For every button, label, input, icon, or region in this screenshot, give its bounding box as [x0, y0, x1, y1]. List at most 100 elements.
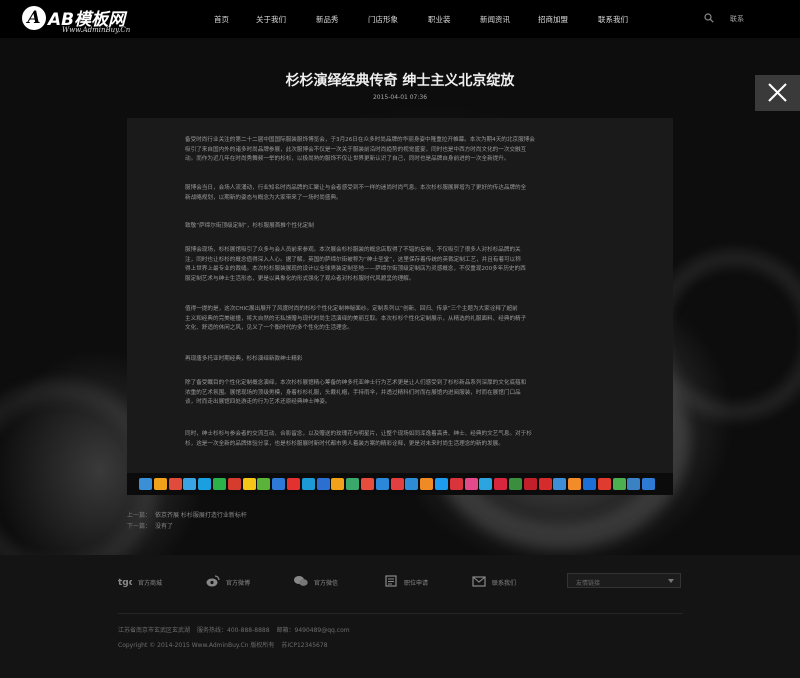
site-footer: tgd 官方商城 官方微博 官方微信 职位申请 联系我们 友情链接 江苏省南京市… [0, 555, 800, 678]
footer-copyright: Copyright © 2014-2015 Www.AdminBuy.Cn 版权… [118, 640, 335, 649]
nav-item-news[interactable]: 新闻资讯 [480, 14, 510, 25]
share-icon-35[interactable] [642, 478, 656, 490]
site-logo[interactable]: A AB模板网 Www.AdminBuy.Cn [22, 5, 162, 35]
share-icon-19[interactable] [405, 478, 419, 490]
share-icon-24[interactable] [479, 478, 493, 490]
share-icon-29[interactable] [553, 478, 567, 490]
share-icon-34[interactable] [627, 478, 641, 490]
share-icon-31[interactable] [583, 478, 596, 490]
nav-item-stores[interactable]: 门店形象 [368, 14, 398, 25]
text-line: 除了备受瞩目的个性化定制概念演绎，本次杉杉展馆精心筹备的绅多托亚绅士行为艺术更是… [185, 380, 527, 386]
share-icon-10[interactable] [272, 478, 286, 490]
article-paragraph: 值得一提的是，这次CHIC展出展开了风度时尚的杉杉个性化定制神秘面纱。定制系列以… [185, 305, 659, 334]
share-icon-9[interactable] [257, 478, 271, 490]
footer-hotline: 服务热线：400-888-8888 [197, 627, 270, 634]
share-icon-2[interactable] [153, 478, 167, 490]
text-line: 谈，时而走出展馆四处游走的行为艺术还原经典绅士神姿。 [185, 399, 331, 405]
nav-item-franchise[interactable]: 招商加盟 [538, 14, 568, 25]
text-line: 新战略规划，以期新的姿态与概念为大家带来了一场时尚盛典。 [185, 194, 342, 201]
article-paragraph: 备受时尚行业关注的第二十二届中国国际服装服饰博览会，于3月26日在众多时尚品牌的… [185, 136, 659, 165]
share-icon-22[interactable] [449, 478, 463, 490]
share-icon-17[interactable] [375, 478, 389, 490]
nav-item-workwear[interactable]: 职业装 [428, 14, 451, 25]
next-label: 下一篇： [127, 523, 152, 530]
footer-link-label: 官方微信 [314, 580, 339, 587]
share-icon-15[interactable] [346, 478, 360, 490]
article-paragraph: 同时，绅士杉杉与参会者的交流互动、合影留念，以及赠送的玫瑰花与明星片，让整个现场… [185, 430, 659, 449]
share-icon-33[interactable] [612, 478, 626, 490]
share-icon-26[interactable] [509, 478, 522, 490]
share-icon-20[interactable] [420, 478, 434, 490]
share-icon-11[interactable] [287, 478, 300, 490]
share-icon-8[interactable] [242, 478, 256, 490]
chevron-down-icon [668, 579, 674, 583]
friend-links-select[interactable]: 友情链接 [567, 573, 681, 588]
document-icon [385, 575, 397, 587]
close-icon [768, 83, 787, 102]
text-line: 动。而作为近几年在时尚秀舞频一举的杉杉，以极尚熟的服饰不仅让世界更新认识了自己，… [185, 156, 510, 162]
share-icon-5[interactable] [198, 478, 212, 490]
share-icon-18[interactable] [390, 478, 404, 490]
share-icon-1[interactable] [139, 478, 152, 490]
search-icon[interactable] [704, 13, 714, 23]
nav-item-home[interactable]: 首页 [214, 14, 229, 25]
footer-divider [118, 613, 683, 614]
next-article-link[interactable]: 下一篇： 没有了 [127, 521, 173, 530]
share-icon-21[interactable] [435, 478, 448, 490]
article-panel: 备受时尚行业关注的第二十二届中国国际服装服饰博览会，于3月26日在众多时尚品牌的… [127, 118, 673, 495]
text-line: 杉，这是一次全新的品牌体验分享，也是杉杉服展时新时代都市男人着装方案的精彩诠释，… [185, 440, 504, 447]
footer-link-label: 职位申请 [404, 580, 429, 587]
nav-item-about[interactable]: 关于我们 [256, 14, 286, 25]
prev-title: 依京齐展 杉杉服展打造行业新标杆 [155, 512, 247, 519]
share-icon-4[interactable] [183, 478, 197, 490]
icp-number: 苏ICP12345678 [281, 642, 328, 649]
share-icon-16[interactable] [361, 478, 374, 490]
mall-icon: tgd [118, 578, 132, 587]
share-icon-27[interactable] [523, 478, 537, 490]
article-subheading: 再现唐多托亚时期经典，杉杉演绎新款绅士精彩 [185, 355, 659, 365]
text-line: 服定制艺术与绅士生活形态，更是以具象化的形式强化了观众者对杉杉服时代风貌呈的理解… [185, 275, 415, 282]
article-paragraph: 服博会当日，会场人流涌动，行业知名时尚品牌的汇聚让与会者感受到不一样的迷尚时尚气… [185, 184, 659, 203]
share-icon-13[interactable] [316, 478, 330, 490]
text-line: 备受时尚行业关注的第二十二届中国国际服装服饰博览会，于3月26日在众多时尚品牌的… [185, 137, 535, 143]
text-line: 主义和经典的完美碰撞，将大自然的无私馈赠与现代时尚生活演绎的美丽互取。本次杉杉个… [185, 315, 527, 322]
share-icon-6[interactable] [213, 478, 226, 490]
contact-icon [472, 576, 486, 587]
share-icon-14[interactable] [331, 478, 345, 490]
select-value: 友情链接 [576, 580, 601, 587]
nav-item-contact[interactable]: 联系我们 [598, 14, 628, 25]
header-link[interactable]: 联系 [730, 14, 744, 24]
share-icon-25[interactable] [494, 478, 508, 490]
share-bar [127, 473, 673, 495]
share-icon-7[interactable] [227, 478, 241, 490]
share-icon-12[interactable] [301, 478, 315, 490]
weibo-icon [206, 575, 220, 587]
nav-item-new-products[interactable]: 新品秀 [316, 14, 339, 25]
text-line: 文化、舒适的休闲之风，见义了一个衡时代的多个性化的生活理念。 [185, 325, 353, 331]
next-title: 没有了 [155, 523, 174, 530]
footer-link-label: 联系我们 [492, 580, 517, 587]
copyright-text: Copyright © 2014-2015 Www.AdminBuy.Cn 版权… [118, 642, 275, 649]
text-line: 致敬“萨缔尔街顶级定制”，杉杉服展首推个性化定制 [185, 223, 314, 229]
logo-url: Www.AdminBuy.Cn [62, 26, 131, 34]
footer-contact-info: 江苏省南京市玄武区玄武湖 服务热线：400-888-8888 邮箱：9490489@… [118, 625, 357, 634]
share-icon-32[interactable] [597, 478, 611, 490]
article-subheading: 致敬“萨缔尔街顶级定制”，杉杉服展首推个性化定制 [185, 222, 659, 232]
article-paragraph: 服博会现场，杉杉展馆吸引了众多与会人员前来参观。本次展会杉杉服装的概念店取得了不… [185, 246, 659, 284]
close-button[interactable] [755, 75, 800, 111]
footer-email: 邮箱：9490489@qq.com [276, 627, 350, 634]
share-icon-28[interactable] [538, 478, 552, 490]
share-icon-23[interactable] [464, 478, 478, 490]
article-date: 2015-04-01 07:36 [372, 94, 428, 101]
text-line: 得上世界上最专业的裁缝。本次杉杉服装展现的设计以全球男装定制圣地——萨缔尔街顶级… [185, 266, 526, 272]
share-icon-30[interactable] [568, 478, 582, 490]
article-title: 杉杉演绎经典传奇 绅士主义北京绽放 [285, 73, 515, 89]
text-line: 值得一提的是，这次CHIC展出展开了风度时尚的杉杉个性化定制神秘面纱。定制系列以… [185, 306, 518, 312]
text-line: 同时，绅士杉杉与参会者的交流互动、合影留念，以及赠送的玫瑰花与明星片，让整个现场… [185, 431, 532, 437]
prev-article-link[interactable]: 上一篇： 依京齐展 杉杉服展打造行业新标杆 [127, 510, 247, 519]
text-line: 吸引了来自国内外的诸多时尚品牌参展，此次服博会不仅是一次关于服装前沿时尚趋势的视… [185, 146, 527, 153]
share-icon-3[interactable] [168, 478, 182, 490]
site-header: A AB模板网 Www.AdminBuy.Cn 首页 关于我们 新品秀 门店形象… [0, 0, 800, 38]
footer-link-label: 官方微博 [226, 580, 251, 587]
text-line: 再现唐多托亚时期经典，杉杉演绎新款绅士精彩 [185, 356, 303, 362]
